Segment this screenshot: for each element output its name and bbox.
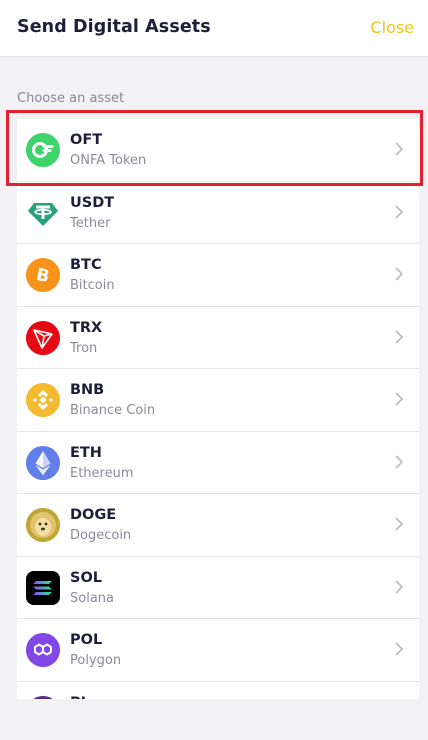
close-button[interactable]: Close <box>370 18 414 37</box>
asset-row-pol[interactable]: POL Polygon <box>17 619 419 682</box>
asset-row-doge[interactable]: DOGE Dogecoin <box>17 494 419 557</box>
chevron-right-icon <box>395 454 404 469</box>
asset-row-bnb[interactable]: BNB Binance Coin <box>17 369 419 432</box>
binance-coin-icon <box>26 383 60 417</box>
asset-row-eth[interactable]: ETH Ethereum <box>17 431 419 494</box>
chevron-right-icon <box>395 204 404 219</box>
bitcoin-icon: B <box>26 258 60 292</box>
asset-name: Tether <box>70 215 111 231</box>
asset-symbol: TRX <box>70 319 103 336</box>
ethereum-icon <box>26 445 60 480</box>
asset-name: Polygon <box>70 653 122 668</box>
page-title: Send Digital Assets <box>17 17 211 37</box>
asset-name: Tron <box>70 340 98 356</box>
chevron-right-icon <box>395 579 404 594</box>
asset-list: OFT ONFA Token USDT Tether B BTC Bitcoin <box>17 119 419 699</box>
asset-symbol: SOL <box>70 569 103 586</box>
pi-icon <box>26 695 60 699</box>
asset-name: Bitcoin <box>70 278 115 293</box>
asset-row-trx[interactable]: TRX Tron <box>17 306 419 369</box>
asset-symbol: PI <box>70 695 86 700</box>
onfa-token-icon <box>26 133 60 167</box>
asset-row-oft[interactable]: OFT ONFA Token <box>17 119 419 182</box>
solana-icon <box>26 570 60 605</box>
asset-row-pi[interactable]: PI <box>17 681 419 700</box>
chevron-right-icon <box>395 392 404 406</box>
asset-symbol: ETH <box>70 444 102 461</box>
tron-icon <box>26 320 60 355</box>
asset-name: Solana <box>70 590 114 606</box>
chevron-right-icon <box>395 142 404 156</box>
header-bar: Send Digital Assets Close <box>0 0 428 57</box>
asset-name: Binance Coin <box>70 403 156 418</box>
asset-row-sol[interactable]: SOL Solana <box>17 556 419 619</box>
asset-symbol: USDT <box>70 194 115 211</box>
polygon-icon <box>26 633 60 667</box>
asset-symbol: DOGE <box>70 507 117 523</box>
asset-symbol: BNB <box>70 382 105 398</box>
asset-row-btc[interactable]: B BTC Bitcoin <box>17 244 419 307</box>
chevron-right-icon <box>395 642 404 656</box>
asset-symbol: OFT <box>70 132 103 148</box>
section-label: Choose an asset <box>17 91 125 106</box>
chevron-right-icon <box>395 267 404 281</box>
asset-name: ONFA Token <box>70 153 147 168</box>
asset-name: Dogecoin <box>70 528 132 543</box>
tether-icon <box>26 196 60 230</box>
asset-name: Ethereum <box>70 465 134 481</box>
asset-symbol: BTC <box>70 257 102 273</box>
chevron-right-icon <box>395 517 404 531</box>
chevron-right-icon <box>395 329 404 344</box>
asset-row-usdt[interactable]: USDT Tether <box>17 181 419 244</box>
dogecoin-icon <box>26 508 60 542</box>
asset-symbol: POL <box>70 632 103 648</box>
